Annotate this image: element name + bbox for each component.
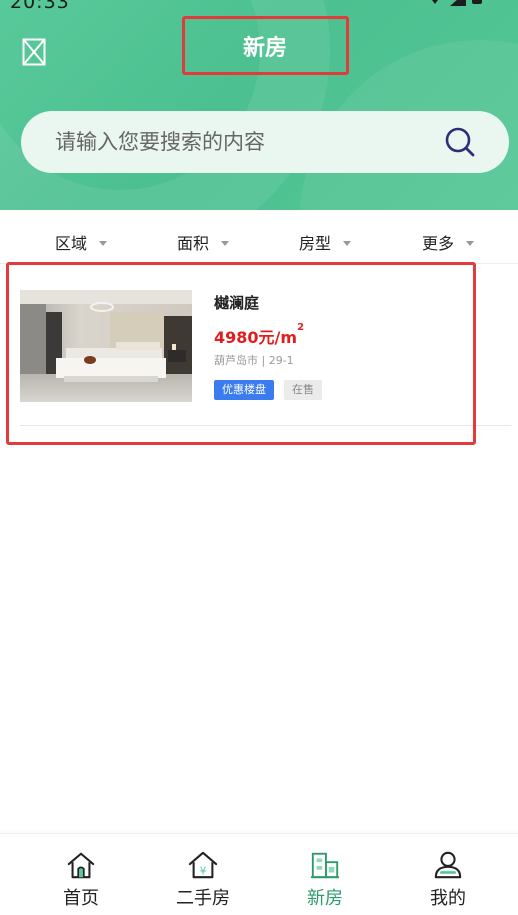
status-time: 20:33 bbox=[10, 0, 70, 13]
caret-down-icon bbox=[466, 240, 475, 246]
header: 20:33 新房 bbox=[0, 0, 518, 210]
bottom-nav: 首页 ¥ 二手房 新房 我的 bbox=[0, 833, 518, 915]
nav-new-house[interactable]: 新房 bbox=[275, 850, 375, 910]
home-icon bbox=[67, 852, 95, 879]
listing-location: 葫芦岛市 | 29-1 bbox=[214, 354, 294, 367]
filter-bar: 区域 面积 房型 更多 bbox=[0, 218, 518, 264]
filter-label: 区域 bbox=[55, 234, 88, 253]
svg-text:¥: ¥ bbox=[200, 865, 207, 877]
nav-home[interactable]: 首页 bbox=[31, 850, 131, 910]
new-house-icon bbox=[310, 852, 340, 879]
page-title: 新房 bbox=[242, 35, 287, 61]
nav-second-hand[interactable]: ¥ 二手房 bbox=[153, 850, 253, 910]
divider bbox=[20, 425, 511, 426]
battery-icon bbox=[472, 0, 482, 4]
listing-card[interactable]: 樾澜庭 4980元/m2 葫芦岛市 | 29-1 优惠楼盘 在售 bbox=[0, 270, 518, 440]
profile-icon bbox=[434, 851, 462, 879]
nav-label: 我的 bbox=[430, 888, 466, 909]
signal-icon bbox=[450, 0, 466, 6]
second-hand-house-icon: ¥ bbox=[188, 851, 218, 879]
caret-down-icon bbox=[343, 240, 352, 246]
caret-down-icon bbox=[221, 240, 230, 246]
price-unit-superscript: 2 bbox=[297, 322, 305, 333]
search-input[interactable] bbox=[55, 130, 435, 154]
filter-label: 房型 bbox=[299, 234, 332, 253]
caret-down-icon bbox=[99, 240, 108, 246]
filter-area[interactable]: 区域 bbox=[55, 230, 108, 254]
filter-layout[interactable]: 房型 bbox=[299, 230, 352, 254]
search-bar[interactable] bbox=[21, 111, 509, 173]
filter-label: 更多 bbox=[422, 234, 455, 253]
tag-on-sale: 在售 bbox=[284, 380, 322, 400]
filter-label: 面积 bbox=[177, 234, 210, 253]
nav-label: 新房 bbox=[307, 888, 343, 909]
nav-profile[interactable]: 我的 bbox=[398, 850, 498, 910]
listing-price: 4980元/m2 bbox=[214, 322, 305, 348]
search-icon[interactable] bbox=[443, 125, 477, 159]
nav-label: 首页 bbox=[63, 888, 99, 909]
nav-label: 二手房 bbox=[176, 888, 230, 909]
wifi-icon bbox=[426, 0, 444, 4]
filter-more[interactable]: 更多 bbox=[422, 230, 475, 254]
close-icon[interactable] bbox=[22, 38, 46, 66]
status-icons bbox=[426, 0, 490, 8]
price-value: 4980元/m bbox=[214, 328, 298, 347]
tag-discount: 优惠楼盘 bbox=[214, 380, 274, 400]
listing-name: 樾澜庭 bbox=[214, 294, 260, 312]
filter-size[interactable]: 面积 bbox=[177, 230, 230, 254]
listing-photo bbox=[20, 290, 192, 402]
